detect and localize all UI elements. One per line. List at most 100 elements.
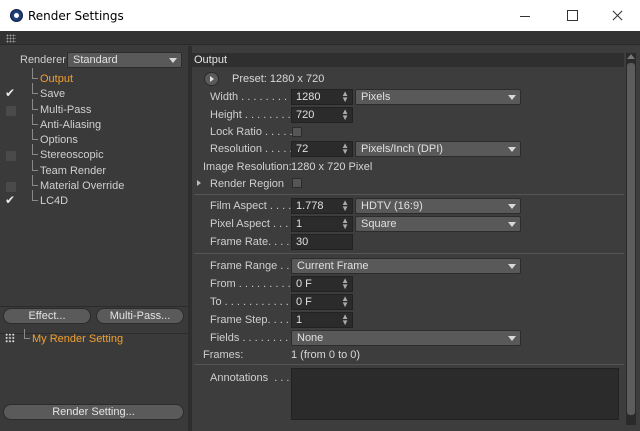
maximize-button[interactable] xyxy=(549,0,595,31)
width-label: Width . . . . . . . . . xyxy=(210,91,294,103)
render-settings-client: Renderer Standard Output Save Multi-Pass An… xyxy=(0,31,640,431)
active-setting-icon xyxy=(5,333,15,343)
pixel-aspect-label: Pixel Aspect . . . . xyxy=(210,218,295,230)
render-setting-label: My Render Setting xyxy=(32,333,124,345)
pixel-aspect-preset: Square xyxy=(361,218,397,230)
spinner-icon[interactable]: ▲ ▼ xyxy=(341,295,349,309)
pixel-aspect-dropdown[interactable]: Square xyxy=(355,216,521,232)
cinema4d-app-icon xyxy=(10,9,23,22)
renderer-label: Renderer xyxy=(20,54,66,66)
tree-line xyxy=(32,144,38,156)
spinner-icon[interactable]: ▲ ▼ xyxy=(341,108,349,122)
width-unit-dropdown[interactable]: Pixels xyxy=(355,89,521,105)
tree-item-label: Output xyxy=(40,73,74,85)
grip-icon[interactable] xyxy=(6,34,16,43)
film-aspect-value: 1.778 xyxy=(296,200,324,212)
minimize-button[interactable] xyxy=(502,0,548,31)
title-bar: Render Settings xyxy=(0,0,640,31)
divider xyxy=(194,253,624,254)
checkmark-icon[interactable] xyxy=(5,86,16,100)
frame-rate-label: Frame Rate. . . . . xyxy=(210,236,296,248)
render-region-checkbox[interactable] xyxy=(292,178,302,188)
tree-item-label: Options xyxy=(40,134,78,147)
preset-play-icon[interactable] xyxy=(204,72,219,86)
to-value: 0 F xyxy=(296,296,312,308)
lock-ratio-label: Lock Ratio . . . . . xyxy=(210,126,293,138)
spinner-icon[interactable]: ▲ ▼ xyxy=(341,217,349,231)
tree-line xyxy=(24,329,30,339)
from-field[interactable]: 0 F ▲ ▼ xyxy=(291,276,353,292)
render-setting-item[interactable]: My Render Setting xyxy=(0,329,188,347)
to-label: To . . . . . . . . . . . . xyxy=(210,296,295,308)
spinner-icon[interactable]: ▲ ▼ xyxy=(341,199,349,213)
height-value: 720 xyxy=(296,109,315,121)
film-aspect-field[interactable]: 1.778 ▲ ▼ xyxy=(291,198,353,214)
tree-line xyxy=(32,129,38,141)
tree-item-lc4d[interactable]: LC4D xyxy=(0,190,188,209)
tree-item-label: Material Override xyxy=(40,180,125,193)
scroll-up-icon[interactable] xyxy=(627,54,635,59)
film-aspect-preset: HDTV (16:9) xyxy=(361,200,423,212)
render-setting-button[interactable]: Render Setting... xyxy=(3,404,184,420)
render-region-label: Render Region xyxy=(210,178,284,190)
expand-arrow-icon[interactable] xyxy=(197,180,201,186)
height-field[interactable]: 720 ▲ ▼ xyxy=(291,107,353,123)
from-label: From . . . . . . . . . . xyxy=(210,278,297,290)
scrollbar-thumb[interactable] xyxy=(627,63,635,415)
tree-line xyxy=(32,190,38,202)
settings-tree: Output Save Multi-Pass Anti-Aliasing Options… xyxy=(0,68,188,210)
image-resolution-label: Image Resolution: xyxy=(203,161,292,173)
divider xyxy=(0,306,188,307)
chevron-down-icon xyxy=(508,204,516,209)
scrollbar[interactable] xyxy=(626,53,636,425)
annotations-textarea[interactable] xyxy=(291,368,619,420)
checkmark-icon[interactable] xyxy=(5,193,16,207)
tree-line xyxy=(32,113,38,125)
left-panel: Renderer Standard Output Save Multi-Pass An… xyxy=(0,46,188,431)
tree-line xyxy=(32,83,38,95)
fields-dropdown[interactable]: None xyxy=(291,330,521,346)
tree-item-anti-aliasing[interactable]: Anti-Aliasing xyxy=(0,113,188,133)
resolution-unit-dropdown[interactable]: Pixels/Inch (DPI) xyxy=(355,141,521,157)
frame-rate-field[interactable]: 30 xyxy=(291,234,353,250)
width-field[interactable]: 1280 ▲ ▼ xyxy=(291,89,353,105)
film-aspect-dropdown[interactable]: HDTV (16:9) xyxy=(355,198,521,214)
chevron-down-icon xyxy=(508,264,516,269)
close-button[interactable] xyxy=(594,0,640,31)
multi-pass-button[interactable]: Multi-Pass... xyxy=(96,308,184,324)
resolution-field[interactable]: 72 ▲ ▼ xyxy=(291,141,353,157)
frame-range-dropdown[interactable]: Current Frame xyxy=(291,258,521,274)
tree-item-label: Anti-Aliasing xyxy=(40,118,102,131)
spinner-icon[interactable]: ▲ ▼ xyxy=(341,277,349,291)
frames-label: Frames: xyxy=(203,349,244,361)
frame-step-value: 1 xyxy=(296,314,303,326)
tree-item-stereoscopic[interactable]: Stereoscopic xyxy=(0,144,188,163)
tree-item-team-render[interactable]: Team Render xyxy=(0,159,188,179)
fields-label: Fields . . . . . . . . . xyxy=(210,332,295,344)
frame-step-field[interactable]: 1 ▲ ▼ xyxy=(291,312,353,328)
tree-item-multi-pass[interactable]: Multi-Pass xyxy=(0,98,188,118)
frames-value: 1 (from 0 to 0) xyxy=(291,349,361,361)
renderer-row: Renderer Standard xyxy=(0,51,188,69)
spinner-icon[interactable]: ▲ ▼ xyxy=(341,313,349,327)
checkbox[interactable] xyxy=(6,151,16,162)
spinner-icon[interactable]: ▲ ▼ xyxy=(341,142,349,156)
tree-line xyxy=(32,175,38,187)
pixel-aspect-field[interactable]: 1 ▲ ▼ xyxy=(291,216,353,232)
tree-item-options[interactable]: Options xyxy=(0,129,188,148)
annotations-label: Annotations . . . xyxy=(210,372,290,384)
spinner-icon[interactable]: ▲ ▼ xyxy=(341,90,349,104)
lock-ratio-checkbox[interactable] xyxy=(292,127,302,137)
chevron-down-icon xyxy=(169,58,177,63)
to-field[interactable]: 0 F ▲ ▼ xyxy=(291,294,353,310)
tree-item-material-override[interactable]: Material Override xyxy=(0,175,188,194)
tree-line xyxy=(32,68,38,79)
checkbox[interactable] xyxy=(6,105,16,116)
tree-item-output[interactable]: Output xyxy=(0,68,188,87)
tree-item-save[interactable]: Save xyxy=(0,83,188,102)
tree-line xyxy=(32,98,38,110)
effect-button[interactable]: Effect... xyxy=(3,308,91,324)
checkbox[interactable] xyxy=(6,182,16,193)
renderer-dropdown[interactable]: Standard xyxy=(67,52,182,68)
height-label: Height . . . . . . . . xyxy=(210,109,291,121)
